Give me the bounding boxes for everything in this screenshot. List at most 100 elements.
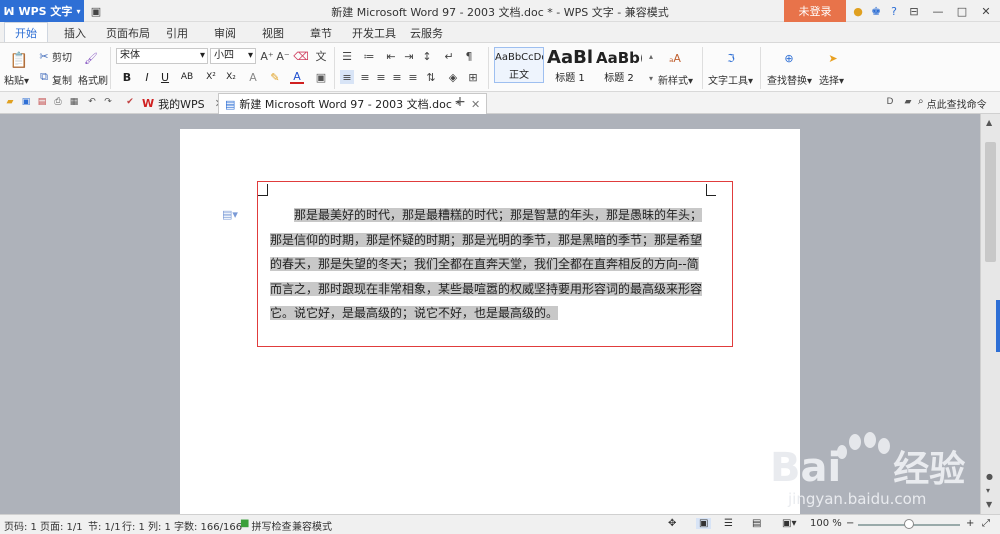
- tab-references[interactable]: 引用: [166, 25, 188, 41]
- align-left-icon[interactable]: ≡: [340, 70, 354, 84]
- tab-view[interactable]: 视图: [262, 25, 284, 41]
- new-style-icon[interactable]: ₐA: [668, 51, 682, 65]
- magnifier-icon[interactable]: ⊕: [782, 51, 796, 65]
- prev-page-icon[interactable]: ●: [986, 472, 993, 481]
- help-icon[interactable]: ?: [886, 3, 902, 19]
- char-border-icon[interactable]: ▣: [314, 70, 328, 84]
- next-page-icon[interactable]: ▾: [986, 486, 990, 495]
- italic-icon[interactable]: I: [140, 70, 154, 84]
- align-right-icon[interactable]: ≡: [374, 70, 388, 84]
- tab-start[interactable]: 开始: [4, 22, 48, 42]
- side-panel-toggle[interactable]: [996, 300, 1000, 352]
- paragraph-options-icon[interactable]: ▤▾: [222, 208, 238, 221]
- subscript-icon[interactable]: X₂: [224, 70, 238, 84]
- highlight-icon[interactable]: ✎: [268, 70, 282, 84]
- reading-view-icon[interactable]: ✥: [668, 518, 676, 529]
- tab-cloud[interactable]: 云服务: [410, 25, 443, 41]
- close-icon[interactable]: ✕: [978, 3, 994, 19]
- styles-scroll-up-icon[interactable]: ▴: [644, 49, 658, 63]
- show-marks-icon[interactable]: ↵: [442, 49, 456, 63]
- text-effect-icon[interactable]: A: [246, 70, 260, 84]
- print-icon[interactable]: ⎙: [52, 96, 64, 108]
- copy-button[interactable]: 复制: [52, 72, 72, 87]
- outline-view-icon[interactable]: ☰: [724, 518, 733, 529]
- restore-layout-icon[interactable]: ⊟: [906, 3, 922, 19]
- body-paragraph[interactable]: 那是最美好的时代，那是最糟糕的时代；那是智慧的年头，那是愚昧的年头；那是信仰的时…: [270, 203, 710, 326]
- styles-scroll-down-icon[interactable]: ▾: [644, 71, 658, 85]
- superscript-icon[interactable]: X²: [204, 70, 218, 84]
- paragraph-mark-icon[interactable]: ¶: [462, 49, 476, 63]
- cut-button[interactable]: 剪切: [52, 49, 72, 64]
- cut-icon[interactable]: ✂: [37, 49, 51, 63]
- format-painter-icon[interactable]: 🖌: [84, 51, 98, 65]
- web-view-icon[interactable]: ▤: [752, 518, 761, 529]
- login-button[interactable]: 未登录: [784, 0, 846, 22]
- export-pdf-icon[interactable]: ▤: [36, 96, 48, 108]
- select-button[interactable]: 选择▾: [819, 72, 844, 87]
- style-normal[interactable]: AaBbCcDd 正文: [494, 47, 544, 83]
- scroll-up-icon[interactable]: ▲: [986, 118, 992, 127]
- text-tools-button[interactable]: 文字工具▾: [708, 72, 753, 87]
- text-tools-icon[interactable]: ℑ: [724, 51, 738, 65]
- underline-icon[interactable]: U: [158, 70, 172, 84]
- sort-icon[interactable]: ↕: [420, 49, 434, 63]
- font-name-select[interactable]: 宋体 ▾: [116, 48, 208, 64]
- word-count[interactable]: 字数: 166/166: [174, 518, 242, 533]
- comment-icon[interactable]: ▰: [902, 96, 914, 108]
- border-icon[interactable]: ⊞: [466, 70, 480, 84]
- tab-page-layout[interactable]: 页面布局: [106, 25, 150, 41]
- pinyin-icon[interactable]: 文: [314, 49, 328, 63]
- zoom-in-icon[interactable]: +: [966, 518, 974, 529]
- open-icon[interactable]: ▰: [4, 96, 16, 108]
- new-style-button[interactable]: 新样式▾: [658, 72, 693, 87]
- minimize-icon[interactable]: —: [930, 3, 946, 19]
- close-icon[interactable]: ✕: [471, 98, 480, 111]
- zoom-out-icon[interactable]: −: [846, 518, 854, 529]
- print-preview-icon[interactable]: ▦: [68, 96, 80, 108]
- decrease-indent-icon[interactable]: ⇤: [384, 49, 398, 63]
- line-spacing-icon[interactable]: ⇅: [424, 70, 438, 84]
- tab-chapter[interactable]: 章节: [310, 25, 332, 41]
- redo-icon[interactable]: ↷: [102, 96, 114, 108]
- find-replace-button[interactable]: 查找替换▾: [767, 72, 812, 87]
- justify-icon[interactable]: ≡: [390, 70, 404, 84]
- tab-document[interactable]: ▤ 新建 Microsoft Word 97 - 2003 文档.doc * ✕: [218, 93, 488, 114]
- zoom-level[interactable]: 100 %: [810, 518, 842, 529]
- copy-icon[interactable]: ⧉: [37, 70, 51, 84]
- tab-developer[interactable]: 开发工具: [352, 25, 396, 41]
- customize-icon[interactable]: ✔: [124, 96, 136, 108]
- font-color-icon[interactable]: A: [290, 70, 304, 84]
- undo-icon[interactable]: ↶: [86, 96, 98, 108]
- paste-icon[interactable]: 📋: [10, 51, 29, 69]
- skin-toggle-icon[interactable]: D: [884, 96, 896, 108]
- scroll-thumb[interactable]: [985, 142, 996, 262]
- shading-icon[interactable]: ◈: [446, 70, 460, 84]
- save-icon[interactable]: ▣: [88, 3, 104, 19]
- fit-page-icon[interactable]: ⤢: [982, 518, 990, 529]
- tab-my-wps[interactable]: W 我的WPS ✕: [136, 93, 230, 114]
- align-center-icon[interactable]: ≡: [358, 70, 372, 84]
- command-search[interactable]: ⌕ 点此查找命令: [918, 96, 987, 111]
- grow-font-icon[interactable]: A⁺: [260, 49, 274, 63]
- maximize-icon[interactable]: □: [954, 3, 970, 19]
- page-view-icon[interactable]: ▣: [696, 518, 712, 529]
- tab-review[interactable]: 审阅: [214, 25, 236, 41]
- strikethrough-icon[interactable]: AB: [180, 70, 194, 84]
- scroll-down-icon[interactable]: ▼: [986, 500, 992, 509]
- vertical-scrollbar[interactable]: ▲ ● ▾ ▼: [980, 114, 1000, 514]
- bullet-list-icon[interactable]: ☰: [340, 49, 354, 63]
- increase-indent-icon[interactable]: ⇥: [402, 49, 416, 63]
- numbered-list-icon[interactable]: ≔: [362, 49, 376, 63]
- app-menu-button[interactable]: ꟽ WPS 文字 ▾: [0, 0, 84, 22]
- tab-insert[interactable]: 插入: [64, 25, 86, 41]
- style-heading-2[interactable]: AaBb( 标题 2: [596, 47, 642, 83]
- spell-check-toggle[interactable]: ■ 拼写检查: [240, 518, 291, 533]
- shrink-font-icon[interactable]: A⁻: [276, 49, 290, 63]
- cursor-arrow-icon[interactable]: ➤: [826, 51, 840, 65]
- clear-format-icon[interactable]: ⌫: [293, 49, 309, 63]
- new-tab-icon[interactable]: +: [454, 94, 466, 110]
- distribute-icon[interactable]: ≡: [406, 70, 420, 84]
- shirt-icon[interactable]: ♚: [868, 3, 884, 19]
- layout-options-icon[interactable]: ▣▾: [782, 518, 796, 529]
- style-heading-1[interactable]: AaBl 标题 1: [546, 47, 594, 83]
